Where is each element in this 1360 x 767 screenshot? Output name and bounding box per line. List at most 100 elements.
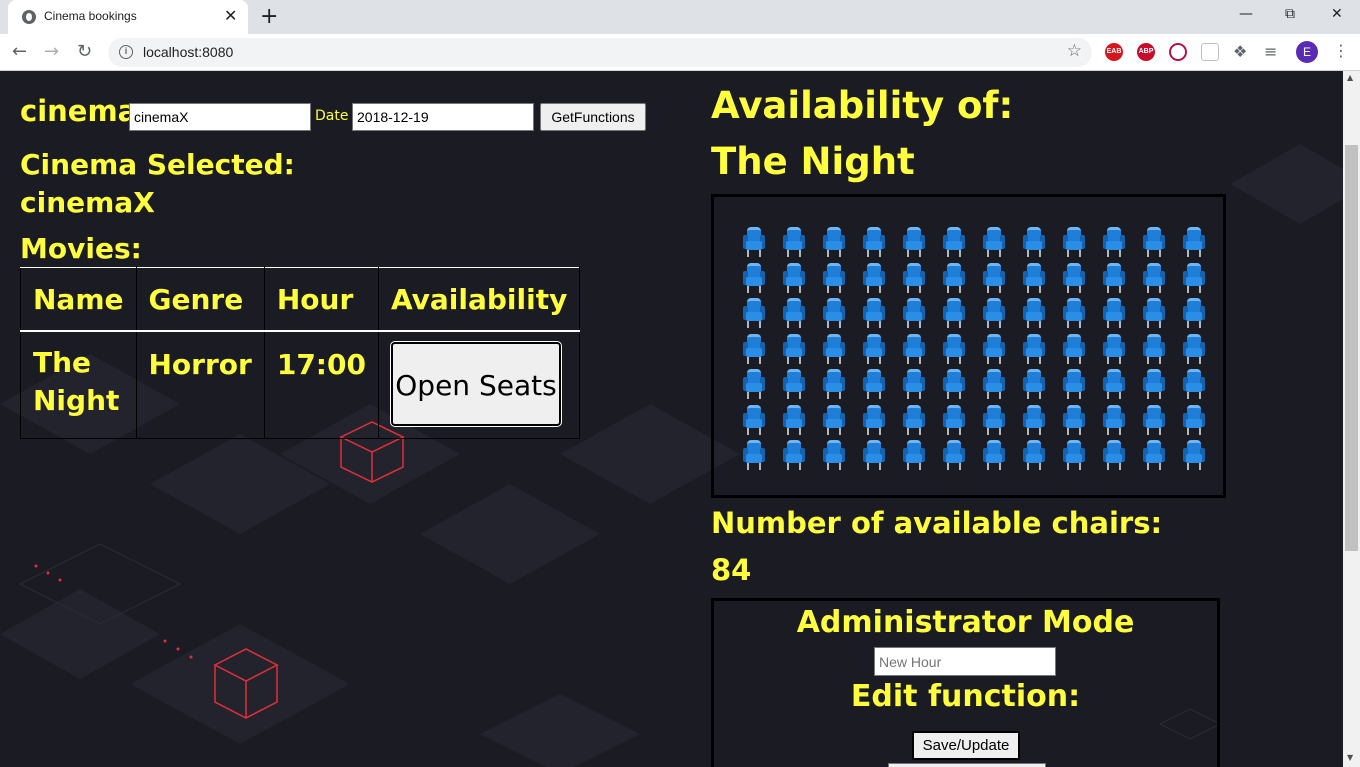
tab-close-button[interactable]: ✕ [224, 6, 237, 25]
seat-icon[interactable] [783, 227, 805, 257]
seat-icon[interactable] [1063, 440, 1085, 470]
seat-icon[interactable] [1143, 298, 1165, 328]
save-update-button[interactable]: Save/Update [912, 731, 1020, 760]
seat-icon[interactable] [1023, 262, 1045, 293]
seat-icon[interactable] [1103, 298, 1125, 328]
seat-icon[interactable] [1063, 227, 1085, 257]
forward-icon[interactable]: → [44, 41, 59, 62]
date-input[interactable] [352, 103, 534, 131]
avatar[interactable]: E [1296, 41, 1318, 63]
seat-icon[interactable] [1103, 440, 1125, 470]
scroll-up-icon[interactable]: ▲ [1347, 73, 1353, 82]
browser-tab[interactable]: Cinema bookings ✕ [8, 0, 248, 34]
seat-icon[interactable] [983, 369, 1005, 399]
seat-icon[interactable] [823, 227, 845, 257]
seat-icon[interactable] [983, 440, 1005, 470]
seat-icon[interactable] [743, 369, 765, 399]
seat-icon[interactable] [1183, 369, 1205, 399]
seat-icon[interactable] [1103, 333, 1125, 364]
seat-icon[interactable] [1063, 333, 1085, 364]
seat-icon[interactable] [1143, 404, 1165, 435]
seat-icon[interactable] [1183, 298, 1205, 328]
seat-icon[interactable] [823, 262, 845, 293]
seat-icon[interactable] [863, 227, 885, 257]
menu-kebab-icon[interactable]: ⋮ [1333, 41, 1349, 60]
seat-icon[interactable] [863, 262, 885, 293]
seat-icon[interactable] [743, 227, 765, 257]
seat-icon[interactable] [863, 404, 885, 435]
seat-icon[interactable] [983, 298, 1005, 328]
seat-icon[interactable] [943, 404, 965, 435]
seat-icon[interactable] [903, 227, 925, 257]
seat-icon[interactable] [1103, 369, 1125, 399]
seat-icon[interactable] [823, 440, 845, 470]
seat-icon[interactable] [823, 404, 845, 435]
site-info-icon[interactable]: i [119, 45, 133, 59]
seat-icon[interactable] [1063, 404, 1085, 435]
seat-icon[interactable] [1183, 227, 1205, 257]
seat-icon[interactable] [863, 369, 885, 399]
seat-icon[interactable] [943, 262, 965, 293]
cinema-input[interactable] [129, 103, 311, 131]
seat-icon[interactable] [743, 404, 765, 435]
seat-icon[interactable] [823, 298, 845, 328]
ext-eab-icon[interactable]: EAB [1105, 43, 1123, 61]
get-functions-button[interactable]: GetFunctions [540, 103, 646, 131]
seat-icon[interactable] [1103, 404, 1125, 435]
seat-icon[interactable] [983, 262, 1005, 293]
seat-icon[interactable] [1143, 333, 1165, 364]
seat-icon[interactable] [983, 227, 1005, 257]
seat-icon[interactable] [743, 262, 765, 293]
seat-icon[interactable] [1103, 262, 1125, 293]
seat-icon[interactable] [1063, 262, 1085, 293]
seat-icon[interactable] [1143, 440, 1165, 470]
seat-icon[interactable] [943, 227, 965, 257]
seat-icon[interactable] [1183, 404, 1205, 435]
scrollbar-thumb[interactable] [1345, 145, 1358, 551]
seat-icon[interactable] [943, 369, 965, 399]
seat-icon[interactable] [823, 369, 845, 399]
ext-download-icon[interactable] [1169, 43, 1187, 61]
seat-icon[interactable] [783, 440, 805, 470]
minimize-icon[interactable]: — [1239, 6, 1253, 22]
seat-icon[interactable] [1063, 298, 1085, 328]
extensions-puzzle-icon[interactable]: ❖ [1233, 42, 1247, 61]
reload-icon[interactable]: ↻ [77, 41, 92, 62]
seat-icon[interactable] [1143, 227, 1165, 257]
scroll-down-icon[interactable]: ▼ [1347, 753, 1353, 762]
seat-icon[interactable] [1183, 262, 1205, 293]
seat-icon[interactable] [743, 440, 765, 470]
seat-icon[interactable] [903, 262, 925, 293]
seat-icon[interactable] [903, 404, 925, 435]
seat-icon[interactable] [743, 298, 765, 328]
seat-icon[interactable] [863, 298, 885, 328]
seat-icon[interactable] [1103, 227, 1125, 257]
seat-icon[interactable] [1023, 298, 1045, 328]
seat-icon[interactable] [823, 333, 845, 364]
seat-icon[interactable] [783, 262, 805, 293]
additional-button[interactable] [888, 763, 1046, 767]
seat-icon[interactable] [903, 333, 925, 364]
seat-icon[interactable] [1023, 227, 1045, 257]
seat-icon[interactable] [1143, 369, 1165, 399]
seat-icon[interactable] [863, 333, 885, 364]
seat-icon[interactable] [903, 440, 925, 470]
seat-icon[interactable] [1143, 262, 1165, 293]
seat-icon[interactable] [1023, 404, 1045, 435]
address-bar[interactable]: i localhost:8080 ☆ [108, 38, 1092, 67]
new-tab-button[interactable]: + [260, 4, 278, 29]
seat-icon[interactable] [1183, 440, 1205, 470]
address-url[interactable]: localhost:8080 [143, 44, 233, 60]
seat-icon[interactable] [743, 333, 765, 364]
ext-adblock-icon[interactable]: ABP [1137, 43, 1155, 61]
seat-icon[interactable] [1183, 333, 1205, 364]
seat-icon[interactable] [943, 298, 965, 328]
seat-icon[interactable] [1023, 333, 1045, 364]
seat-icon[interactable] [783, 404, 805, 435]
seat-icon[interactable] [783, 333, 805, 364]
seat-icon[interactable] [903, 298, 925, 328]
seat-icon[interactable] [1023, 440, 1045, 470]
new-hour-input[interactable] [874, 647, 1056, 676]
seat-icon[interactable] [983, 333, 1005, 364]
page-scrollbar[interactable]: ▲ ▼ [1343, 71, 1360, 767]
